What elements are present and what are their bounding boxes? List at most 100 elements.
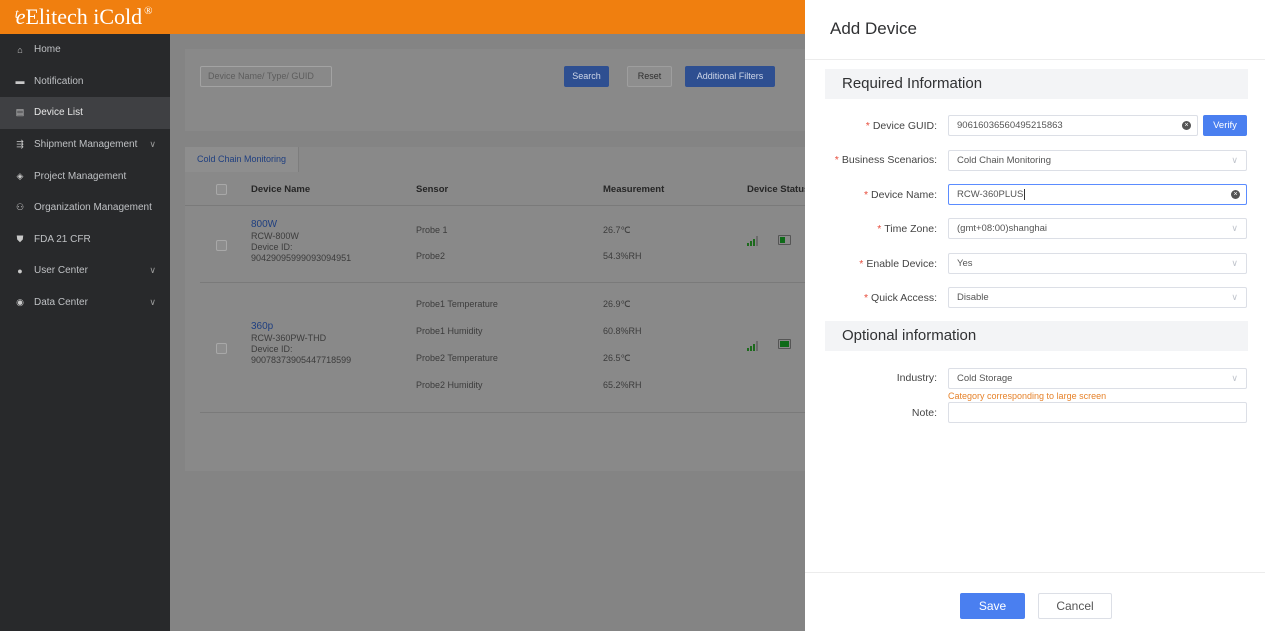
column-header-sensor[interactable]: Sensor: [416, 174, 448, 206]
table-header: Device Name Sensor Measurement Device St…: [185, 174, 825, 206]
chevron-down-icon: ∨: [1231, 155, 1238, 165]
column-header-device-status[interactable]: Device Status: [747, 174, 809, 206]
row-checkbox[interactable]: [216, 240, 227, 251]
battery-icon: [778, 235, 791, 245]
table-row[interactable]: 800W RCW-800W Device ID: 904290959990930…: [200, 207, 810, 283]
note-label: Note:: [911, 407, 937, 419]
sidebar-item-notification[interactable]: ▬ Notification: [0, 66, 170, 98]
message-icon: ▬: [15, 76, 25, 87]
save-button[interactable]: Save: [960, 593, 1025, 619]
measurement-value: 60.8%RH: [603, 326, 642, 336]
sidebar-item-organization-management[interactable]: ⚇ Organization Management: [0, 192, 170, 224]
device-name-input[interactable]: RCW-360PLUS ×: [948, 184, 1247, 205]
sidebar-item-label: FDA 21 CFR: [34, 233, 91, 245]
device-id: 90429095999093094951: [251, 253, 352, 263]
measurement-value: 65.2%RH: [603, 380, 642, 390]
logo[interactable]: ᵗe Elitech iCold ®: [14, 3, 153, 31]
logo-text: Elitech iCold: [25, 4, 143, 29]
shipment-icon: ⇶: [16, 139, 24, 150]
enable-device-select[interactable]: Yes ∨: [948, 253, 1247, 274]
measurement-value: 26.7℃: [603, 225, 631, 235]
sensor-name: Probe2 Temperature: [416, 353, 498, 363]
search-panel: Device Name/ Type/ GUID Search Reset Add…: [185, 49, 825, 131]
logo-registered: ®: [144, 5, 153, 17]
industry-label: Industry:: [896, 372, 937, 384]
optional-information-header: Optional information: [825, 321, 1248, 351]
quick-access-select[interactable]: Disable ∨: [948, 287, 1247, 308]
sidebar-item-label: Notification: [34, 75, 84, 87]
sidebar: ⌂ Home ▬ Notification ▤ Device List ⇶ Shipment …: [0, 34, 170, 631]
divider: [805, 572, 1265, 573]
sidebar-item-label: Data Center: [34, 297, 88, 309]
text-cursor: [1024, 188, 1026, 200]
sidebar-item-project-management[interactable]: ◈ Project Management: [0, 160, 170, 192]
user-icon: ●: [17, 265, 23, 276]
logo-mark: ᵗe: [14, 4, 26, 29]
row-checkbox[interactable]: [216, 343, 227, 354]
measurement-value: 26.5℃: [603, 353, 631, 363]
divider: [805, 59, 1265, 60]
sidebar-item-data-center[interactable]: ◉ Data Center ∨: [0, 287, 170, 319]
sidebar-item-device-list[interactable]: ▤ Device List: [0, 97, 170, 129]
device-id-label: Device ID:: [251, 344, 293, 354]
device-guid-input[interactable]: 90616036560495215863 ×: [948, 115, 1198, 136]
device-id: 90078373905447718599: [251, 355, 352, 365]
sidebar-item-label: Home: [34, 44, 61, 56]
device-icon: ▤: [15, 107, 25, 118]
search-button[interactable]: Search: [564, 66, 609, 87]
column-header-measurement[interactable]: Measurement: [603, 174, 664, 206]
chevron-down-icon: ∨: [149, 297, 156, 308]
industry-select[interactable]: Cold Storage ∨: [948, 368, 1247, 389]
clear-icon[interactable]: ×: [1231, 190, 1240, 199]
sidebar-item-label: Shipment Management: [34, 139, 138, 151]
layers-icon: ◈: [16, 170, 24, 181]
signal-strength-icon: [747, 236, 759, 246]
sensor-name: Probe2 Humidity: [416, 380, 483, 390]
select-all-checkbox[interactable]: [216, 184, 227, 195]
home-icon: ⌂: [17, 44, 23, 55]
chevron-down-icon: ∨: [1231, 373, 1238, 383]
business-scenarios-label: * Business Scenarios:: [834, 154, 937, 166]
enable-device-label: * Enable Device:: [859, 258, 937, 270]
table-row[interactable]: 360p RCW-360PW-THD Device ID: 9007837390…: [200, 284, 810, 413]
add-device-drawer: Add Device Required Information * Device …: [805, 0, 1265, 631]
organization-icon: ⚇: [15, 202, 25, 213]
device-name-link[interactable]: 800W: [251, 219, 277, 230]
reset-button[interactable]: Reset: [627, 66, 672, 87]
sensor-name: Probe1 Humidity: [416, 326, 483, 336]
device-name-label: * Device Name:: [863, 189, 937, 201]
chevron-down-icon: ∨: [149, 139, 156, 150]
battery-icon: [778, 339, 791, 349]
sidebar-item-label: Device List: [34, 107, 83, 119]
device-guid-label: * Device GUID:: [865, 120, 937, 132]
chevron-down-icon: ∨: [149, 265, 156, 276]
device-table-panel: Cold Chain Monitoring Device Name Sensor…: [185, 147, 825, 471]
sensor-name: Probe2: [416, 251, 446, 261]
sensor-name: Probe1 Temperature: [416, 299, 498, 309]
drawer-title: Add Device: [830, 19, 917, 38]
tab-cold-chain-monitoring[interactable]: Cold Chain Monitoring: [185, 147, 300, 172]
measurement-value: 54.3%RH: [603, 251, 642, 261]
clear-icon[interactable]: ×: [1182, 121, 1191, 130]
sidebar-item-home[interactable]: ⌂ Home: [0, 34, 170, 66]
device-id-label: Device ID:: [251, 242, 293, 252]
chevron-down-icon: ∨: [1231, 292, 1238, 302]
business-scenarios-select[interactable]: Cold Chain Monitoring ∨: [948, 150, 1247, 171]
industry-hint: Category corresponding to large screen: [948, 391, 1107, 401]
note-input[interactable]: [948, 402, 1247, 423]
column-header-device-name[interactable]: Device Name: [251, 174, 310, 206]
device-name-link[interactable]: 360p: [251, 321, 273, 332]
sensor-name: Probe 1: [416, 225, 448, 235]
sidebar-item-shipment-management[interactable]: ⇶ Shipment Management ∨: [0, 129, 170, 161]
device-model: RCW-800W: [251, 231, 299, 241]
additional-filters-button[interactable]: Additional Filters: [685, 66, 775, 87]
measurement-value: 26.9℃: [603, 299, 631, 309]
search-input[interactable]: Device Name/ Type/ GUID: [200, 66, 332, 87]
time-zone-label: * Time Zone:: [877, 223, 937, 235]
cancel-button[interactable]: Cancel: [1038, 593, 1112, 619]
verify-button[interactable]: Verify: [1203, 115, 1247, 136]
time-zone-select[interactable]: (gmt+08:00)shanghai ∨: [948, 218, 1247, 239]
quick-access-label: * Quick Access:: [863, 292, 937, 304]
sidebar-item-fda-21-cfr[interactable]: ⛊ FDA 21 CFR: [0, 224, 170, 256]
sidebar-item-user-center[interactable]: ● User Center ∨: [0, 255, 170, 287]
